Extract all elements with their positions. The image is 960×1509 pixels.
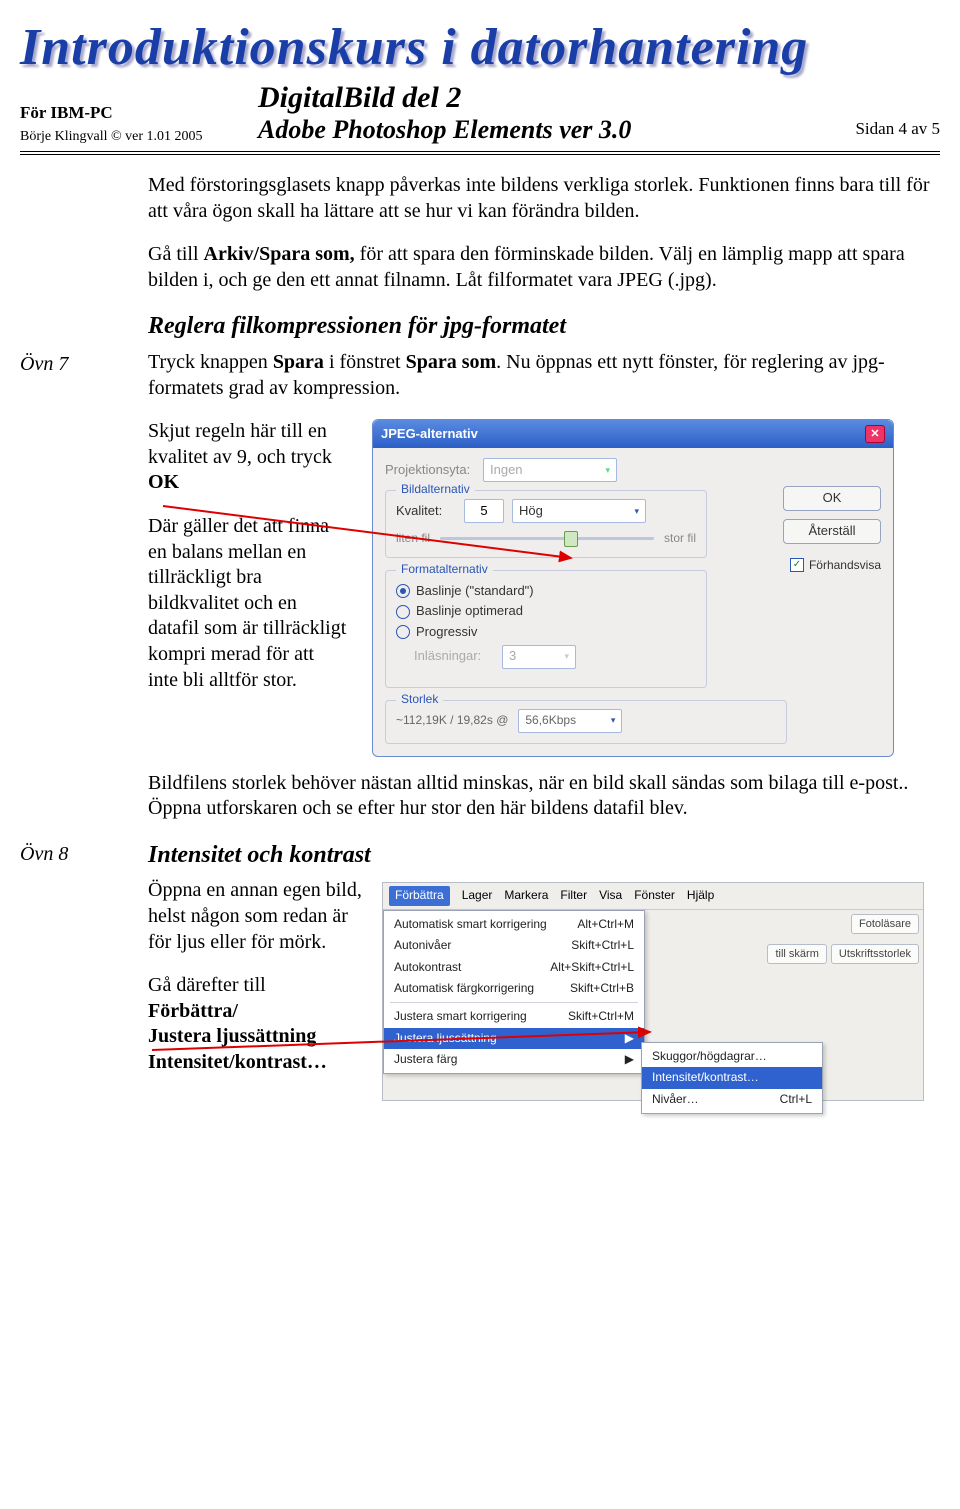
dd-justera-farg[interactable]: Justera färg▶ <box>384 1049 644 1070</box>
size-estimate: ~112,19K / 19,82s @ <box>396 713 508 728</box>
ovn7-para-2: Skjut regeln här till en kvalitet av 9, … <box>148 419 348 496</box>
menu-fonster[interactable]: Fönster <box>634 888 675 903</box>
quality-number-input[interactable]: 5 <box>464 499 504 523</box>
exercise-7-label: Övn 7 <box>20 350 140 840</box>
ovn8-para-2: Gå därefter till Förbättra/ Justera ljus… <box>148 973 368 1075</box>
doc-title-2: Adobe Photoshop Elements ver 3.0 <box>258 115 802 145</box>
size-legend: Storlek <box>396 692 443 707</box>
exercise-8-label: Övn 8 <box>20 840 140 1101</box>
sub-skuggor[interactable]: Skuggor/högdagrar… <box>642 1046 822 1067</box>
dd-auto-smart[interactable]: Automatisk smart korrigeringAlt+Ctrl+M <box>384 914 644 935</box>
dialog-title: JPEG-alternativ <box>381 426 478 443</box>
banner-title: Introduktionskurs i datorhantering <box>20 18 940 77</box>
menu-visa[interactable]: Visa <box>599 888 622 903</box>
pill-till-skarm[interactable]: till skärm <box>767 944 826 964</box>
ovn8-para-1: Öppna en annan egen bild, helst någon so… <box>148 878 368 955</box>
page-indicator: Sidan 4 av 5 <box>820 119 940 145</box>
image-options-legend: Bildalternativ <box>396 482 475 497</box>
slider-big-label: stor fil <box>664 531 696 546</box>
menu-hjalp[interactable]: Hjälp <box>687 888 714 903</box>
doc-title-1: DigitalBild del 2 <box>258 81 802 115</box>
dd-autokontrast[interactable]: AutokontrastAlt+Skift+Ctrl+L <box>384 957 644 978</box>
scans-dropdown: 3▾ <box>502 645 576 669</box>
dd-justera-smart[interactable]: Justera smart korrigeringSkift+Ctrl+M <box>384 1006 644 1027</box>
menu-screenshot: Förbättra Lager Markera Filter Visa Föns… <box>382 882 924 1100</box>
menu-markera[interactable]: Markera <box>504 888 548 903</box>
dd-justera-ljus[interactable]: Justera ljussättning▶ <box>384 1028 644 1049</box>
hdr-author: Börje Klingvall © ver 1.01 2005 <box>20 129 240 145</box>
menu-forbattra[interactable]: Förbättra <box>389 886 450 905</box>
sub-intensitet[interactable]: Intensitet/kontrast… <box>642 1067 822 1088</box>
forbattra-dropdown: Automatisk smart korrigeringAlt+Ctrl+M A… <box>383 910 645 1075</box>
preview-checkbox[interactable]: ✓ Förhandsvisa <box>790 558 881 573</box>
scans-label: Inläsningar: <box>414 648 494 665</box>
bitrate-dropdown[interactable]: 56,6Kbps▾ <box>518 709 622 733</box>
intro-para-2: Gå till Arkiv/Spara som, för att spara d… <box>148 242 940 293</box>
doc-header: För IBM-PC Börje Klingvall © ver 1.01 20… <box>20 81 940 145</box>
dd-autofarg[interactable]: Automatisk färgkorrigeringSkift+Ctrl+B <box>384 978 644 999</box>
close-icon[interactable]: ✕ <box>865 425 885 443</box>
ovn7-para-1: Tryck knappen Spara i fönstret Spara som… <box>148 350 940 401</box>
menu-lager[interactable]: Lager <box>462 888 493 903</box>
slider-small-label: liten fil <box>396 531 430 546</box>
quality-level-dropdown[interactable]: Hög▾ <box>512 499 646 523</box>
quality-slider[interactable] <box>440 537 654 540</box>
hdr-platform: För IBM-PC <box>20 103 240 123</box>
ovn7-para-3: Där gäller det att finna en balans mella… <box>148 514 348 693</box>
projection-dropdown[interactable]: Ingen▾ <box>483 458 617 482</box>
ovn7-para-4: Bildfilens storlek behöver nästan alltid… <box>148 771 940 822</box>
dd-autonivaer[interactable]: AutonivåerSkift+Ctrl+L <box>384 935 644 956</box>
format-options-legend: Formatalternativ <box>396 562 493 577</box>
radio-progressive[interactable]: Progressiv <box>396 624 696 641</box>
ok-button[interactable]: OK <box>783 486 881 511</box>
radio-baseline-std[interactable]: Baslinje ("standard") <box>396 583 696 600</box>
projection-label: Projektionsyta: <box>385 462 475 479</box>
heading-jpg: Reglera filkompressionen för jpg-formate… <box>148 311 940 342</box>
ljussattning-submenu: Skuggor/högdagrar… Intensitet/kontrast… … <box>641 1042 823 1114</box>
jpeg-options-dialog: JPEG-alternativ ✕ OK Återställ ✓ Förhand… <box>372 419 894 756</box>
radio-baseline-opt[interactable]: Baslinje optimerad <box>396 603 696 620</box>
sub-nivaer[interactable]: Nivåer…Ctrl+L <box>642 1089 822 1110</box>
heading-intensity: Intensitet och kontrast <box>148 840 940 871</box>
menu-filter[interactable]: Filter <box>560 888 587 903</box>
pill-utskrift[interactable]: Utskriftsstorlek <box>831 944 919 964</box>
quality-label: Kvalitet: <box>396 503 456 520</box>
header-rule <box>20 151 940 155</box>
slider-thumb[interactable] <box>564 531 578 547</box>
reset-button[interactable]: Återställ <box>783 519 881 544</box>
pill-fotolasare[interactable]: Fotoläsare <box>851 914 919 934</box>
intro-para-1: Med förstoringsglasets knapp påverkas in… <box>148 173 940 224</box>
